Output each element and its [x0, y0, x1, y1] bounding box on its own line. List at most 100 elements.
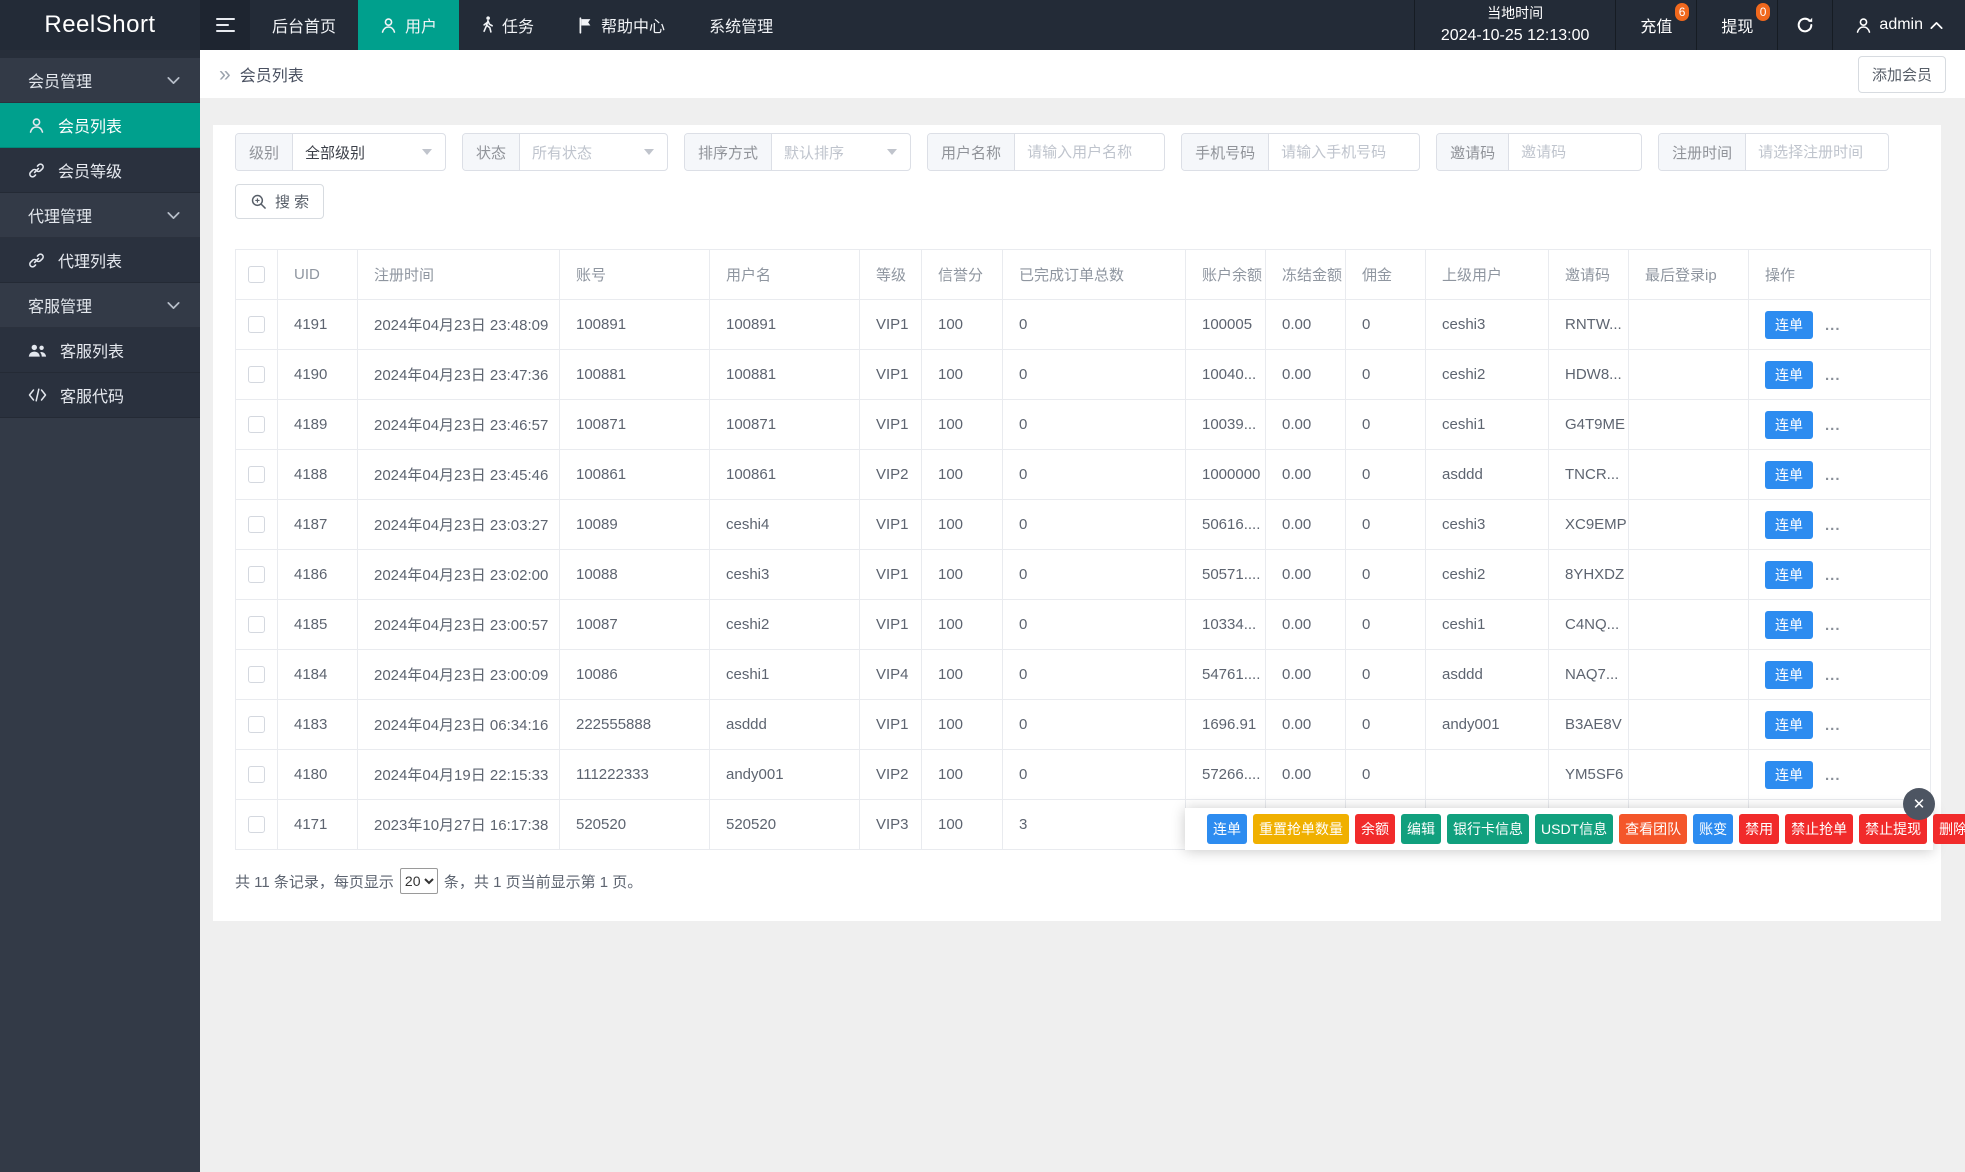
- nav-item-3[interactable]: 帮助中心: [556, 0, 687, 50]
- table-cell: asddd: [1425, 649, 1549, 700]
- popup-action-button-2[interactable]: 余额: [1355, 814, 1395, 844]
- table-cell: 0.00: [1265, 699, 1346, 750]
- row-more-button[interactable]: ...: [1825, 467, 1841, 484]
- sidebar-item-1-0[interactable]: 代理列表: [0, 238, 200, 283]
- popup-action-button-5[interactable]: USDT信息: [1535, 814, 1614, 844]
- popup-action-button-7[interactable]: 账变: [1693, 814, 1734, 844]
- row-more-button[interactable]: ...: [1825, 517, 1841, 534]
- search-button[interactable]: 搜 索: [235, 184, 325, 219]
- withdraw-nav-item[interactable]: 提现 0: [1697, 0, 1779, 50]
- nav-item-2[interactable]: 任务: [459, 0, 556, 50]
- filter-username-input[interactable]: [1027, 143, 1153, 161]
- filter-sort-select[interactable]: 默认排序: [772, 134, 910, 170]
- popup-action-button-1[interactable]: 重置抢单数量: [1253, 814, 1349, 844]
- users-icon: [28, 343, 47, 358]
- popup-action-button-4[interactable]: 银行卡信息: [1447, 814, 1529, 844]
- table-row: 4190 2024年04月23日 23:47:36 100881 100881 VIP1…: [235, 349, 1931, 400]
- row-checkbox[interactable]: [248, 316, 265, 334]
- cell-value: 0: [1019, 416, 1028, 433]
- sidebar-item-label: 客服代码: [60, 389, 125, 406]
- table-cell: 10087: [559, 599, 710, 650]
- row-more-button[interactable]: ...: [1825, 667, 1841, 684]
- filter-invite-code-input[interactable]: [1521, 143, 1630, 161]
- popup-action-button-6[interactable]: 查看团队: [1619, 814, 1688, 844]
- table-cell: 4187: [277, 499, 358, 550]
- row-checkbox[interactable]: [248, 716, 265, 734]
- liandan-button[interactable]: 连单: [1765, 610, 1813, 639]
- cell-value: 100: [938, 366, 964, 383]
- cell-value: 50616....: [1202, 516, 1261, 533]
- popup-close-button[interactable]: ✕: [1903, 788, 1935, 820]
- liandan-button[interactable]: 连单: [1765, 410, 1813, 439]
- select-all-checkbox[interactable]: [248, 266, 265, 284]
- liandan-button[interactable]: 连单: [1765, 310, 1813, 339]
- row-checkbox[interactable]: [248, 816, 265, 834]
- refresh-icon[interactable]: [1778, 0, 1834, 50]
- filter-phone-input[interactable]: [1281, 143, 1408, 161]
- row-checkbox[interactable]: [248, 666, 265, 684]
- row-checkbox[interactable]: [248, 766, 265, 784]
- cell-value: 10087: [576, 616, 618, 633]
- cell-value: 0.00: [1282, 766, 1312, 783]
- cell-value: VIP1: [876, 366, 909, 383]
- page-size-select[interactable]: 20: [399, 868, 438, 894]
- sidebar-group-2[interactable]: 客服管理: [0, 283, 200, 328]
- nav-item-4[interactable]: 系统管理: [687, 0, 795, 50]
- liandan-button[interactable]: 连单: [1765, 360, 1813, 389]
- table-cell: HDW8...: [1548, 349, 1629, 400]
- sidebar-item-0-0[interactable]: 会员列表: [0, 103, 200, 148]
- liandan-button[interactable]: 连单: [1765, 460, 1813, 489]
- liandan-button[interactable]: 连单: [1765, 760, 1813, 789]
- table-cell: 0.00: [1265, 349, 1346, 400]
- row-checkbox-cell: [235, 749, 278, 800]
- table-cell: 10086: [559, 649, 710, 700]
- col-header-9: 佣金: [1345, 249, 1426, 300]
- sidebar-item-2-1[interactable]: 客服代码: [0, 373, 200, 418]
- cell-value: VIP1: [876, 716, 909, 733]
- sidebar-group-1[interactable]: 代理管理: [0, 193, 200, 238]
- popup-action-button-11[interactable]: 删除: [1933, 814, 1965, 844]
- row-checkbox[interactable]: [248, 416, 265, 434]
- liandan-button[interactable]: 连单: [1765, 510, 1813, 539]
- row-more-button[interactable]: ...: [1825, 367, 1841, 384]
- filter-level-select[interactable]: 全部级别: [293, 134, 445, 170]
- sidebar-item-2-0[interactable]: 客服列表: [0, 328, 200, 373]
- row-checkbox-cell: [235, 649, 278, 700]
- user-menu[interactable]: admin: [1833, 0, 1965, 50]
- popup-action-button-3[interactable]: 编辑: [1401, 814, 1441, 844]
- table-cell: [1628, 449, 1749, 500]
- row-more-button[interactable]: ...: [1825, 767, 1841, 784]
- row-more-button[interactable]: ...: [1825, 717, 1841, 734]
- cell-value: TNCR...: [1565, 466, 1620, 483]
- popup-action-button-8[interactable]: 禁用: [1739, 814, 1780, 844]
- cell-value: ceshi3: [1442, 316, 1486, 333]
- popup-action-button-9[interactable]: 禁止抢单: [1785, 814, 1854, 844]
- row-checkbox[interactable]: [248, 466, 265, 484]
- nav-item-0[interactable]: 后台首页: [250, 0, 358, 50]
- liandan-button[interactable]: 连单: [1765, 710, 1813, 739]
- row-checkbox[interactable]: [248, 516, 265, 534]
- row-more-button[interactable]: ...: [1825, 417, 1841, 434]
- sidebar-group-0[interactable]: 会员管理: [0, 58, 200, 103]
- liandan-button[interactable]: 连单: [1765, 560, 1813, 589]
- liandan-button[interactable]: 连单: [1765, 660, 1813, 689]
- popup-action-button-0[interactable]: 连单: [1207, 814, 1247, 844]
- row-more-button[interactable]: ...: [1825, 617, 1841, 634]
- row-more-button[interactable]: ...: [1825, 567, 1841, 584]
- filter-reg-time-input[interactable]: [1758, 143, 1877, 161]
- row-checkbox[interactable]: [248, 616, 265, 634]
- row-checkbox[interactable]: [248, 566, 265, 584]
- add-member-button[interactable]: 添加会员: [1857, 55, 1946, 93]
- row-more-button[interactable]: ...: [1825, 317, 1841, 334]
- table-cell: 100891: [709, 299, 860, 350]
- username: admin: [1879, 16, 1923, 33]
- nav-item-1[interactable]: 用户: [358, 0, 460, 50]
- sidebar-toggle-button[interactable]: [200, 0, 250, 50]
- row-checkbox[interactable]: [248, 366, 265, 384]
- table-cell: [1628, 549, 1749, 600]
- sidebar-item-0-1[interactable]: 会员等级: [0, 148, 200, 193]
- filter-status-select[interactable]: 所有状态: [520, 134, 667, 170]
- table-cell: 100891: [559, 299, 710, 350]
- cell-value: 4191: [294, 316, 328, 333]
- recharge-nav-item[interactable]: 充值 6: [1616, 0, 1698, 50]
